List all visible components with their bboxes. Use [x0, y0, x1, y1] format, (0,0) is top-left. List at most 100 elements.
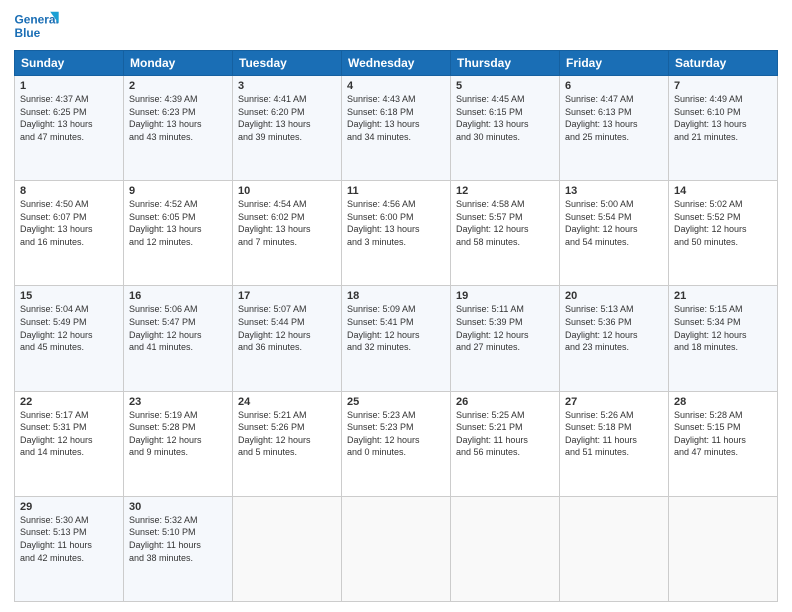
day-cell: 11Sunrise: 4:56 AM Sunset: 6:00 PM Dayli…: [342, 181, 451, 286]
day-info: Sunrise: 5:32 AM Sunset: 5:10 PM Dayligh…: [129, 514, 227, 564]
day-number: 22: [20, 396, 118, 408]
day-cell: 27Sunrise: 5:26 AM Sunset: 5:18 PM Dayli…: [560, 391, 669, 496]
day-number: 19: [456, 290, 554, 302]
day-cell: 4Sunrise: 4:43 AM Sunset: 6:18 PM Daylig…: [342, 76, 451, 181]
logo-icon: GeneralBlue: [14, 10, 66, 44]
day-cell: 25Sunrise: 5:23 AM Sunset: 5:23 PM Dayli…: [342, 391, 451, 496]
day-cell: 1Sunrise: 4:37 AM Sunset: 6:25 PM Daylig…: [15, 76, 124, 181]
day-number: 7: [674, 80, 772, 92]
day-cell: 10Sunrise: 4:54 AM Sunset: 6:02 PM Dayli…: [233, 181, 342, 286]
day-info: Sunrise: 5:15 AM Sunset: 5:34 PM Dayligh…: [674, 303, 772, 353]
day-info: Sunrise: 5:26 AM Sunset: 5:18 PM Dayligh…: [565, 409, 663, 459]
day-cell: 19Sunrise: 5:11 AM Sunset: 5:39 PM Dayli…: [451, 286, 560, 391]
week-row-4: 29Sunrise: 5:30 AM Sunset: 5:13 PM Dayli…: [15, 496, 778, 601]
day-info: Sunrise: 4:50 AM Sunset: 6:07 PM Dayligh…: [20, 198, 118, 248]
weekday-header-wednesday: Wednesday: [342, 51, 451, 76]
day-info: Sunrise: 4:39 AM Sunset: 6:23 PM Dayligh…: [129, 93, 227, 143]
weekday-header-monday: Monday: [124, 51, 233, 76]
day-number: 29: [20, 501, 118, 513]
day-number: 12: [456, 185, 554, 197]
day-number: 8: [20, 185, 118, 197]
day-cell: 9Sunrise: 4:52 AM Sunset: 6:05 PM Daylig…: [124, 181, 233, 286]
day-cell: 24Sunrise: 5:21 AM Sunset: 5:26 PM Dayli…: [233, 391, 342, 496]
day-cell: 20Sunrise: 5:13 AM Sunset: 5:36 PM Dayli…: [560, 286, 669, 391]
week-row-0: 1Sunrise: 4:37 AM Sunset: 6:25 PM Daylig…: [15, 76, 778, 181]
day-number: 2: [129, 80, 227, 92]
day-number: 28: [674, 396, 772, 408]
day-cell: 16Sunrise: 5:06 AM Sunset: 5:47 PM Dayli…: [124, 286, 233, 391]
day-number: 6: [565, 80, 663, 92]
week-row-1: 8Sunrise: 4:50 AM Sunset: 6:07 PM Daylig…: [15, 181, 778, 286]
day-number: 16: [129, 290, 227, 302]
day-number: 23: [129, 396, 227, 408]
day-number: 10: [238, 185, 336, 197]
day-number: 27: [565, 396, 663, 408]
day-info: Sunrise: 5:11 AM Sunset: 5:39 PM Dayligh…: [456, 303, 554, 353]
day-number: 15: [20, 290, 118, 302]
day-number: 30: [129, 501, 227, 513]
day-number: 11: [347, 185, 445, 197]
weekday-header-friday: Friday: [560, 51, 669, 76]
weekday-header-sunday: Sunday: [15, 51, 124, 76]
day-number: 18: [347, 290, 445, 302]
day-cell: 8Sunrise: 4:50 AM Sunset: 6:07 PM Daylig…: [15, 181, 124, 286]
weekday-header-tuesday: Tuesday: [233, 51, 342, 76]
day-number: 20: [565, 290, 663, 302]
day-number: 25: [347, 396, 445, 408]
day-cell: 7Sunrise: 4:49 AM Sunset: 6:10 PM Daylig…: [669, 76, 778, 181]
day-cell: 23Sunrise: 5:19 AM Sunset: 5:28 PM Dayli…: [124, 391, 233, 496]
day-cell: 6Sunrise: 4:47 AM Sunset: 6:13 PM Daylig…: [560, 76, 669, 181]
day-number: 3: [238, 80, 336, 92]
svg-text:General: General: [15, 13, 59, 27]
day-cell: [342, 496, 451, 601]
day-number: 21: [674, 290, 772, 302]
day-info: Sunrise: 5:13 AM Sunset: 5:36 PM Dayligh…: [565, 303, 663, 353]
day-info: Sunrise: 5:00 AM Sunset: 5:54 PM Dayligh…: [565, 198, 663, 248]
day-info: Sunrise: 4:37 AM Sunset: 6:25 PM Dayligh…: [20, 93, 118, 143]
day-number: 1: [20, 80, 118, 92]
weekday-header-saturday: Saturday: [669, 51, 778, 76]
day-info: Sunrise: 4:52 AM Sunset: 6:05 PM Dayligh…: [129, 198, 227, 248]
day-number: 4: [347, 80, 445, 92]
header: GeneralBlue: [14, 10, 778, 44]
day-number: 26: [456, 396, 554, 408]
day-info: Sunrise: 5:17 AM Sunset: 5:31 PM Dayligh…: [20, 409, 118, 459]
day-info: Sunrise: 4:43 AM Sunset: 6:18 PM Dayligh…: [347, 93, 445, 143]
day-cell: 28Sunrise: 5:28 AM Sunset: 5:15 PM Dayli…: [669, 391, 778, 496]
day-info: Sunrise: 5:23 AM Sunset: 5:23 PM Dayligh…: [347, 409, 445, 459]
day-cell: [451, 496, 560, 601]
day-cell: 22Sunrise: 5:17 AM Sunset: 5:31 PM Dayli…: [15, 391, 124, 496]
day-cell: 29Sunrise: 5:30 AM Sunset: 5:13 PM Dayli…: [15, 496, 124, 601]
weekday-header-row: SundayMondayTuesdayWednesdayThursdayFrid…: [15, 51, 778, 76]
day-info: Sunrise: 4:45 AM Sunset: 6:15 PM Dayligh…: [456, 93, 554, 143]
day-cell: 14Sunrise: 5:02 AM Sunset: 5:52 PM Dayli…: [669, 181, 778, 286]
day-info: Sunrise: 4:54 AM Sunset: 6:02 PM Dayligh…: [238, 198, 336, 248]
day-cell: [669, 496, 778, 601]
day-info: Sunrise: 5:21 AM Sunset: 5:26 PM Dayligh…: [238, 409, 336, 459]
day-info: Sunrise: 5:19 AM Sunset: 5:28 PM Dayligh…: [129, 409, 227, 459]
day-info: Sunrise: 5:30 AM Sunset: 5:13 PM Dayligh…: [20, 514, 118, 564]
day-info: Sunrise: 5:04 AM Sunset: 5:49 PM Dayligh…: [20, 303, 118, 353]
day-info: Sunrise: 5:09 AM Sunset: 5:41 PM Dayligh…: [347, 303, 445, 353]
calendar: SundayMondayTuesdayWednesdayThursdayFrid…: [14, 50, 778, 602]
day-cell: [233, 496, 342, 601]
day-info: Sunrise: 4:47 AM Sunset: 6:13 PM Dayligh…: [565, 93, 663, 143]
day-info: Sunrise: 4:56 AM Sunset: 6:00 PM Dayligh…: [347, 198, 445, 248]
day-cell: 12Sunrise: 4:58 AM Sunset: 5:57 PM Dayli…: [451, 181, 560, 286]
day-info: Sunrise: 5:02 AM Sunset: 5:52 PM Dayligh…: [674, 198, 772, 248]
day-cell: 3Sunrise: 4:41 AM Sunset: 6:20 PM Daylig…: [233, 76, 342, 181]
day-cell: 26Sunrise: 5:25 AM Sunset: 5:21 PM Dayli…: [451, 391, 560, 496]
day-info: Sunrise: 4:49 AM Sunset: 6:10 PM Dayligh…: [674, 93, 772, 143]
day-cell: 21Sunrise: 5:15 AM Sunset: 5:34 PM Dayli…: [669, 286, 778, 391]
day-cell: 15Sunrise: 5:04 AM Sunset: 5:49 PM Dayli…: [15, 286, 124, 391]
day-number: 14: [674, 185, 772, 197]
day-cell: 30Sunrise: 5:32 AM Sunset: 5:10 PM Dayli…: [124, 496, 233, 601]
day-cell: 13Sunrise: 5:00 AM Sunset: 5:54 PM Dayli…: [560, 181, 669, 286]
day-info: Sunrise: 4:41 AM Sunset: 6:20 PM Dayligh…: [238, 93, 336, 143]
page: GeneralBlue SundayMondayTuesdayWednesday…: [0, 0, 792, 612]
day-cell: 2Sunrise: 4:39 AM Sunset: 6:23 PM Daylig…: [124, 76, 233, 181]
day-number: 13: [565, 185, 663, 197]
day-number: 9: [129, 185, 227, 197]
day-info: Sunrise: 5:25 AM Sunset: 5:21 PM Dayligh…: [456, 409, 554, 459]
day-cell: 17Sunrise: 5:07 AM Sunset: 5:44 PM Dayli…: [233, 286, 342, 391]
